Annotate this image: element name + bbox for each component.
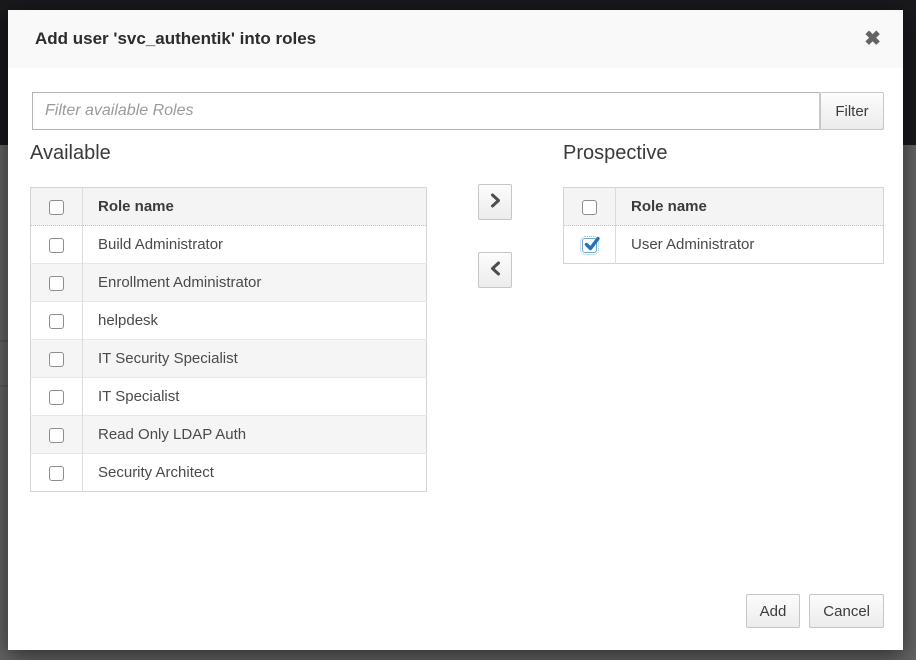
table-header-row: Role name (31, 188, 427, 226)
filter-input[interactable] (32, 92, 820, 130)
add-button[interactable]: Add (746, 594, 801, 628)
table-row[interactable]: IT Specialist (31, 378, 427, 416)
dialog-footer: Add Cancel (746, 594, 884, 628)
row-checkbox[interactable] (49, 314, 64, 329)
filter-button[interactable]: Filter (820, 92, 884, 130)
filter-row: Filter (32, 92, 884, 130)
role-name: Read Only LDAP Auth (83, 416, 427, 454)
move-to-available-button[interactable] (478, 252, 512, 288)
prospective-roles-table: Role name User Administrator (563, 187, 884, 264)
dimmed-page-row-line (0, 385, 8, 387)
select-all-checkbox[interactable] (582, 200, 597, 215)
dialog-title: Add user 'svc_authentik' into roles (35, 29, 864, 49)
row-checkbox[interactable] (49, 466, 64, 481)
table-row[interactable]: Enrollment Administrator (31, 264, 427, 302)
available-section: Available Role name Build Administrator (30, 140, 427, 492)
table-row[interactable]: User Administrator (564, 226, 884, 264)
row-checkbox[interactable] (49, 428, 64, 443)
table-row[interactable]: Security Architect (31, 454, 427, 492)
chevron-left-icon (490, 261, 501, 280)
role-name: helpdesk (83, 302, 427, 340)
role-name: User Administrator (616, 226, 884, 264)
row-checkbox-checked[interactable] (582, 238, 597, 253)
cancel-button[interactable]: Cancel (809, 594, 884, 628)
available-heading: Available (30, 140, 427, 166)
prospective-heading: Prospective (563, 140, 884, 166)
row-checkbox[interactable] (49, 390, 64, 405)
column-header: Role name (616, 188, 884, 226)
row-checkbox[interactable] (49, 352, 64, 367)
table-header-row: Role name (564, 188, 884, 226)
prospective-section: Prospective Role name (563, 140, 884, 264)
role-name: IT Specialist (83, 378, 427, 416)
role-name: Enrollment Administrator (83, 264, 427, 302)
move-to-prospective-button[interactable] (478, 184, 512, 220)
table-row[interactable]: Build Administrator (31, 226, 427, 264)
select-all-checkbox[interactable] (49, 200, 64, 215)
table-row[interactable]: IT Security Specialist (31, 340, 427, 378)
add-roles-dialog: Add user 'svc_authentik' into roles ✖ Fi… (8, 10, 903, 650)
available-roles-table: Role name Build Administrator Enrollment… (30, 187, 427, 492)
chevron-right-icon (490, 193, 501, 212)
close-icon[interactable]: ✖ (864, 29, 881, 49)
dialog-body: Filter Available Role name Build Adminis… (8, 68, 903, 650)
role-name: Security Architect (83, 454, 427, 492)
row-checkbox[interactable] (49, 238, 64, 253)
role-name: IT Security Specialist (83, 340, 427, 378)
role-name: Build Administrator (83, 226, 427, 264)
table-row[interactable]: helpdesk (31, 302, 427, 340)
table-row[interactable]: Read Only LDAP Auth (31, 416, 427, 454)
dimmed-page-row-line (0, 340, 8, 342)
dialog-header: Add user 'svc_authentik' into roles ✖ (8, 10, 903, 68)
column-header: Role name (83, 188, 427, 226)
row-checkbox[interactable] (49, 276, 64, 291)
